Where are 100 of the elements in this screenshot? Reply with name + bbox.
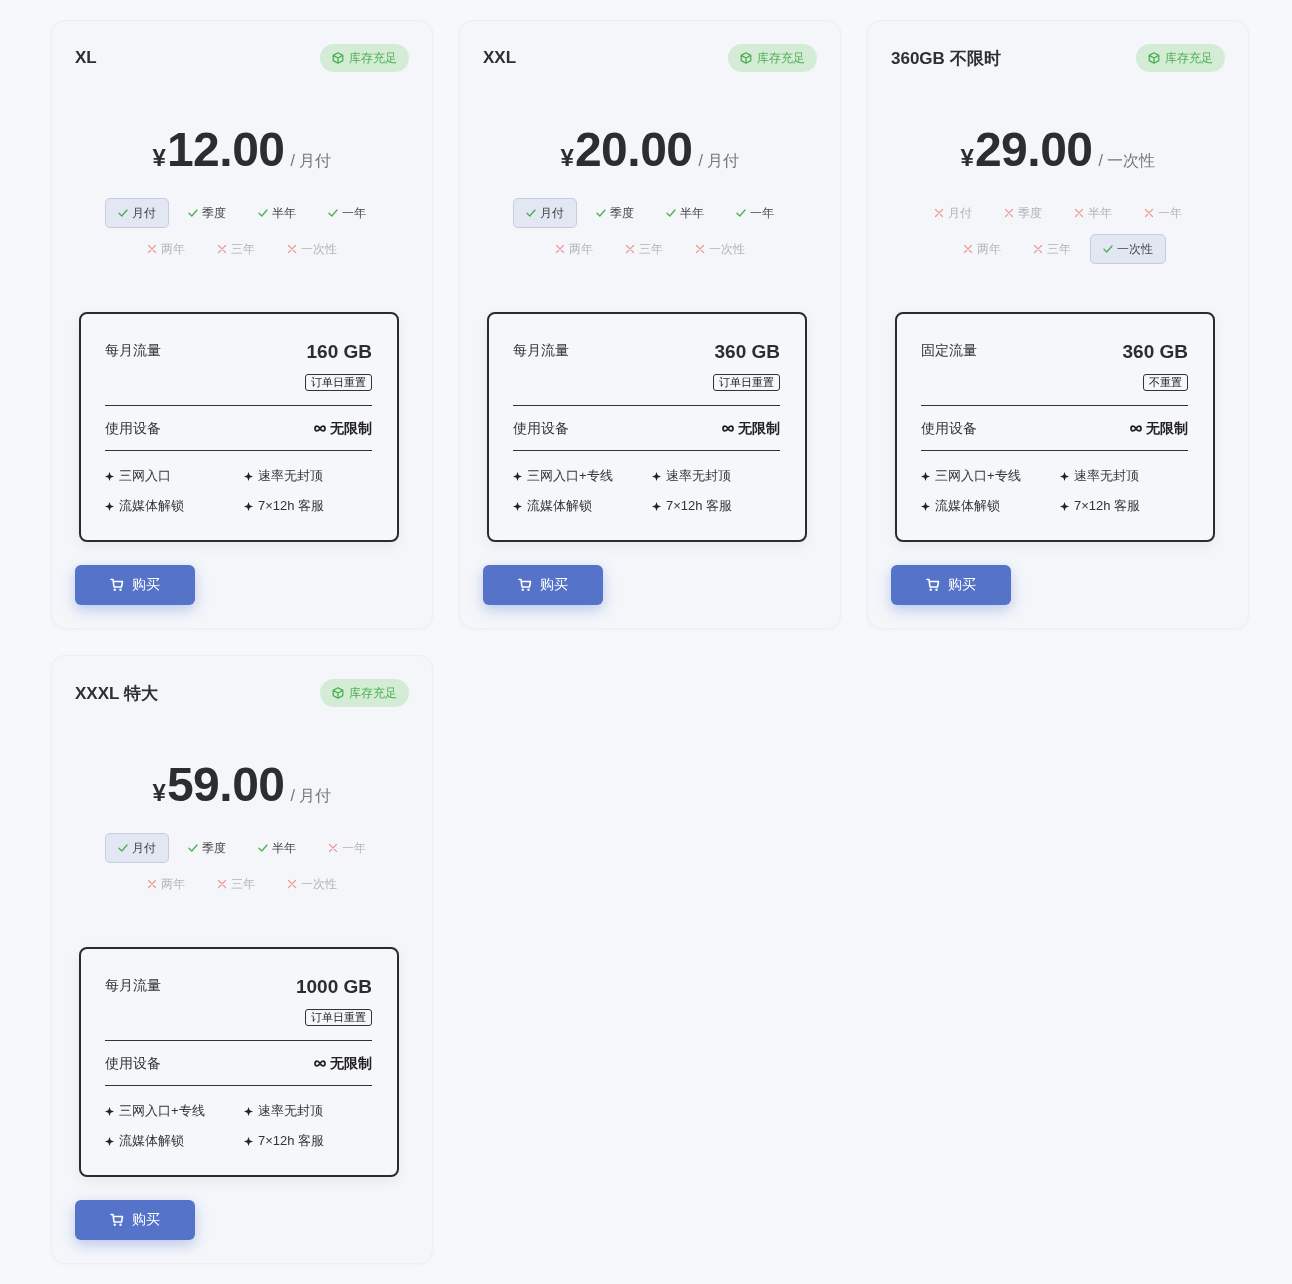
cross-icon (328, 843, 338, 853)
price-amount: 29.00 (974, 122, 1093, 178)
currency-symbol: ¥ (560, 143, 574, 173)
reset-tag: 订单日重置 (713, 374, 780, 391)
cart-icon (926, 578, 940, 592)
cross-icon (963, 244, 973, 254)
period-option[interactable]: 半年 (653, 198, 717, 228)
devices-label: 使用设备 (921, 419, 977, 438)
devices-value: 无限制 (330, 419, 372, 438)
billing-period: / 月付 (698, 151, 740, 171)
check-icon (258, 208, 268, 218)
feature-text: 流媒体解锁 (935, 497, 1000, 515)
sparkle-icon (1060, 471, 1069, 481)
check-icon (526, 208, 536, 218)
infinity-icon (1130, 424, 1142, 432)
period-option[interactable]: 一次性 (1090, 234, 1166, 264)
cube-icon (740, 52, 752, 64)
sparkle-icon (105, 471, 114, 481)
period-option[interactable]: 半年 (245, 833, 309, 863)
period-option[interactable]: 季度 (583, 198, 647, 228)
cube-icon (332, 687, 344, 699)
sparkle-icon (921, 471, 930, 481)
devices-label: 使用设备 (105, 1054, 161, 1073)
billing-period: / 一次性 (1098, 151, 1156, 171)
period-option[interactable]: 一年 (723, 198, 787, 228)
feature-text: 速率无封顶 (258, 467, 323, 485)
check-icon (118, 843, 128, 853)
check-icon (328, 208, 338, 218)
sparkle-icon (513, 471, 522, 481)
cross-icon (625, 244, 635, 254)
feature-text: 流媒体解锁 (527, 497, 592, 515)
period-option[interactable]: 月付 (105, 198, 169, 228)
buy-button[interactable]: 购买 (75, 1200, 195, 1240)
cross-icon (147, 244, 157, 254)
cross-icon (695, 244, 705, 254)
sparkle-icon (921, 501, 930, 511)
feature-text: 流媒体解锁 (119, 497, 184, 515)
cart-icon (110, 578, 124, 592)
sparkle-icon (244, 501, 253, 511)
plan-title: XL (75, 48, 97, 68)
period-option[interactable]: 月付 (105, 833, 169, 863)
plan-title: 360GB 不限时 (891, 47, 1001, 70)
sparkle-icon (244, 1106, 253, 1116)
devices-label: 使用设备 (513, 419, 569, 438)
traffic-label: 每月流量 (105, 976, 161, 995)
devices-value: 无限制 (738, 419, 780, 438)
check-icon (666, 208, 676, 218)
sparkle-icon (105, 1106, 114, 1116)
traffic-amount: 1000 GB (295, 975, 372, 999)
period-option[interactable]: 季度 (175, 198, 239, 228)
feature-text: 三网入口 (119, 467, 171, 485)
period-option[interactable]: 月付 (513, 198, 577, 228)
devices-label: 使用设备 (105, 419, 161, 438)
sparkle-icon (244, 1136, 253, 1146)
check-icon (118, 208, 128, 218)
price-amount: 12.00 (166, 122, 285, 178)
period-option[interactable]: 一年 (315, 198, 379, 228)
price-amount: 20.00 (574, 122, 693, 178)
traffic-label: 固定流量 (921, 341, 977, 360)
buy-button[interactable]: 购买 (483, 565, 603, 605)
period-option[interactable]: 季度 (175, 833, 239, 863)
devices-value: 无限制 (330, 1054, 372, 1073)
feature-text: 三网入口+专线 (935, 467, 1021, 485)
infinity-icon (722, 424, 734, 432)
cross-icon (1004, 208, 1014, 218)
feature-text: 速率无封顶 (258, 1102, 323, 1120)
period-option[interactable]: 半年 (245, 198, 309, 228)
feature-text: 速率无封顶 (666, 467, 731, 485)
stock-label: 库存充足 (1165, 49, 1213, 67)
reset-tag: 不重置 (1143, 374, 1188, 391)
feature-text: 流媒体解锁 (119, 1132, 184, 1150)
feature-text: 速率无封顶 (1074, 467, 1139, 485)
buy-button[interactable]: 购买 (891, 565, 1011, 605)
cube-icon (1148, 52, 1160, 64)
check-icon (1103, 244, 1113, 254)
billing-period: / 月付 (290, 786, 332, 806)
sparkle-icon (652, 501, 661, 511)
check-icon (736, 208, 746, 218)
cross-icon (217, 244, 227, 254)
billing-period: / 月付 (290, 151, 332, 171)
stock-label: 库存充足 (757, 49, 805, 67)
currency-symbol: ¥ (152, 778, 166, 808)
cube-icon (332, 52, 344, 64)
traffic-label: 每月流量 (105, 341, 161, 360)
buy-button[interactable]: 购买 (75, 565, 195, 605)
sparkle-icon (244, 471, 253, 481)
sparkle-icon (105, 1136, 114, 1146)
check-icon (188, 843, 198, 853)
stock-label: 库存充足 (349, 49, 397, 67)
cross-icon (934, 208, 944, 218)
cross-icon (287, 244, 297, 254)
cross-icon (1074, 208, 1084, 218)
cross-icon (287, 879, 297, 889)
cross-icon (1033, 244, 1043, 254)
check-icon (188, 208, 198, 218)
cross-icon (147, 879, 157, 889)
currency-symbol: ¥ (152, 143, 166, 173)
stock-label: 库存充足 (349, 684, 397, 702)
feature-text: 三网入口+专线 (527, 467, 613, 485)
cross-icon (1144, 208, 1154, 218)
